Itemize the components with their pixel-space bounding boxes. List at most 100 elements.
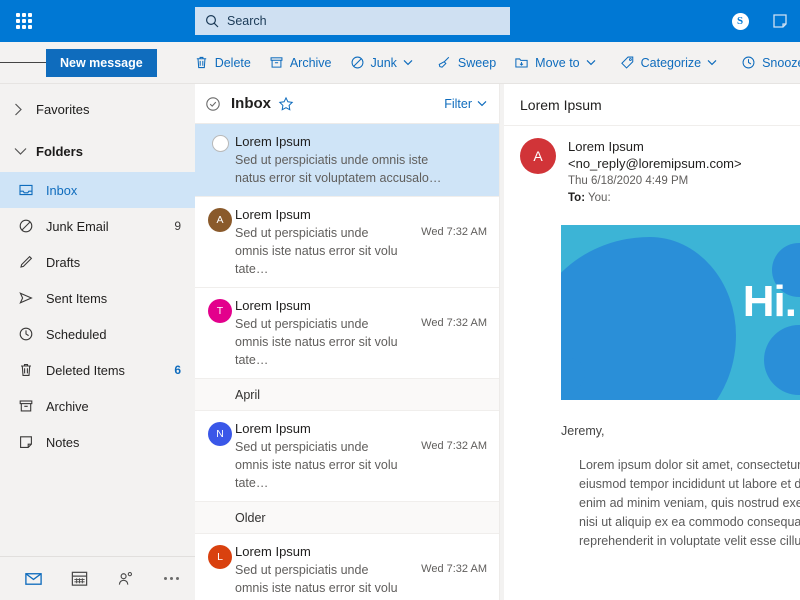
sidebar-group-folders[interactable]: Folders xyxy=(0,130,195,172)
page-title: Inbox xyxy=(231,95,271,112)
delete-button[interactable]: Delete xyxy=(185,42,260,84)
message-group-divider: April xyxy=(195,379,499,411)
message-time: Wed 7:32 AM xyxy=(421,317,487,329)
command-label: Delete xyxy=(214,55,251,70)
chevron-down-icon xyxy=(477,100,487,107)
sidebar-item-label: Drafts xyxy=(46,254,81,270)
message-time: Wed 7:32 AM xyxy=(421,563,487,575)
sidebar-item-archive[interactable]: Archive xyxy=(0,388,195,424)
sidebar-item-inbox[interactable]: Inbox xyxy=(0,172,195,208)
sidebar-item-junk-email[interactable]: Junk Email 9 xyxy=(0,208,195,244)
command-label: Archive xyxy=(289,55,332,70)
folder-list: Favorites Folders Inbox Junk Email 9 Dra… xyxy=(0,84,195,556)
move-to-button[interactable]: Move to xyxy=(505,42,610,84)
skype-icon[interactable]: S xyxy=(720,0,760,42)
message-sender: Lorem Ipsum xyxy=(235,134,311,149)
sidebar-item-label: Sent Items xyxy=(46,290,108,306)
block-circle-icon xyxy=(18,218,46,234)
command-label: Snooze xyxy=(762,55,800,70)
sidebar-item-deleted-items[interactable]: Deleted Items 6 xyxy=(0,352,195,388)
archive-button[interactable]: Archive xyxy=(260,42,341,84)
reading-pane: Lorem Ipsum A Lorem Ipsum <no_reply@lore… xyxy=(500,84,800,600)
pencil-icon xyxy=(18,254,46,270)
sidebar-item-notes[interactable]: Notes xyxy=(0,424,195,460)
row-leading: A xyxy=(205,206,235,278)
trash-icon xyxy=(18,362,46,378)
message-preview: Sed ut perspiciatis unde omnis iste natu… xyxy=(235,563,398,600)
inbox-icon xyxy=(18,182,46,198)
sidebar-item-label: Junk Email xyxy=(46,218,109,234)
email-banner-image: Hi. xyxy=(561,225,800,400)
message-list-item[interactable]: A Lorem Ipsum Sed ut perspiciatis unde o… xyxy=(195,197,499,288)
select-all-check-icon[interactable] xyxy=(205,96,231,112)
chevron-down-icon xyxy=(14,147,36,156)
row-content: Lorem Ipsum Sed ut perspiciatis unde omn… xyxy=(235,420,487,492)
junk-button[interactable]: Junk xyxy=(341,42,428,84)
sidebar-item-sent-items[interactable]: Sent Items xyxy=(0,280,195,316)
sidebar-group-label: Folders xyxy=(36,143,83,159)
sidebar-group-favorites[interactable]: Favorites xyxy=(0,88,195,130)
module-switcher xyxy=(0,556,195,600)
command-list: Delete Archive Junk Sweep Move to Catego… xyxy=(185,42,800,84)
sidebar-item-label: Deleted Items xyxy=(46,362,125,378)
row-content: Lorem Ipsum Sed ut perspiciatis unde omn… xyxy=(235,297,487,369)
block-circle-icon xyxy=(351,56,363,69)
banner-blob-large xyxy=(561,237,736,400)
avatar[interactable]: T xyxy=(208,299,232,323)
email-body-paragraph: Lorem ipsum dolor sit amet, consectetur … xyxy=(579,458,800,548)
new-message-button[interactable]: New message xyxy=(46,48,157,77)
chevron-down-icon xyxy=(403,59,413,66)
mail-icon[interactable] xyxy=(10,557,56,600)
search-input[interactable]: Search xyxy=(195,7,510,35)
row-leading: N xyxy=(205,420,235,492)
people-icon[interactable] xyxy=(102,557,148,600)
message-preview: Sed ut perspiciatis unde omnis iste natu… xyxy=(235,317,398,367)
app-launcher-icon[interactable] xyxy=(0,0,48,42)
clock-icon xyxy=(742,56,755,69)
avatar[interactable]: L xyxy=(208,545,232,569)
categorize-button[interactable]: Categorize xyxy=(611,42,732,84)
message-group-divider: Older xyxy=(195,502,499,534)
sidebar-group-label: Favorites xyxy=(36,101,90,117)
star-outline-icon[interactable] xyxy=(278,96,294,112)
message-list-item[interactable]: T Lorem Ipsum Sed ut perspiciatis unde o… xyxy=(195,288,499,379)
sidebar-item-label: Notes xyxy=(46,434,80,450)
sidebar-item-label: Inbox xyxy=(46,182,78,198)
email-greeting: Jeremy, xyxy=(561,424,605,438)
sidebar-item-scheduled[interactable]: Scheduled xyxy=(0,316,195,352)
more-ellipsis-icon[interactable] xyxy=(148,557,194,600)
sidebar-item-label: Scheduled xyxy=(46,326,107,342)
chevron-down-icon xyxy=(586,59,596,66)
search-placeholder: Search xyxy=(227,14,267,28)
message-sender: Lorem Ipsum xyxy=(235,544,311,559)
filter-button[interactable]: Filter xyxy=(444,97,487,111)
avatar[interactable]: A xyxy=(520,138,556,174)
reading-pane-scroll[interactable]: A Lorem Ipsum <no_reply@loremipsum.com> … xyxy=(504,126,800,600)
message-list-scroll[interactable]: Lorem Ipsum Sed ut perspiciatis unde omn… xyxy=(195,124,499,600)
snooze-button[interactable]: Snooze xyxy=(732,42,800,84)
sidebar-item-count: 6 xyxy=(174,363,181,377)
archive-box-icon xyxy=(18,398,46,414)
message-list-item[interactable]: N Lorem Ipsum Sed ut perspiciatis unde o… xyxy=(195,411,499,502)
message-list-item[interactable]: Lorem Ipsum Sed ut perspiciatis unde omn… xyxy=(195,124,499,197)
avatar[interactable]: N xyxy=(208,422,232,446)
main-body: Favorites Folders Inbox Junk Email 9 Dra… xyxy=(0,84,800,600)
sticky-note-icon[interactable] xyxy=(760,0,800,42)
outlook-web-app: Search S New message Delete Archive Junk… xyxy=(0,0,800,600)
email-timestamp: Thu 6/18/2020 4:49 PM xyxy=(568,175,689,187)
sidebar-item-drafts[interactable]: Drafts xyxy=(0,244,195,280)
message-checkbox[interactable] xyxy=(211,135,229,152)
sweep-button[interactable]: Sweep xyxy=(428,42,505,84)
note-icon xyxy=(18,434,46,450)
calendar-icon[interactable] xyxy=(56,557,102,600)
avatar[interactable]: A xyxy=(208,208,232,232)
banner-blob-right-bottom xyxy=(764,325,800,395)
chevron-right-icon xyxy=(14,103,36,116)
message-list-item[interactable]: L Lorem Ipsum Sed ut perspiciatis unde o… xyxy=(195,534,499,600)
command-label: Sweep xyxy=(457,55,497,70)
filter-label: Filter xyxy=(444,96,472,111)
command-label: Categorize xyxy=(640,55,702,70)
row-leading xyxy=(205,133,235,187)
hamburger-icon[interactable] xyxy=(0,42,46,84)
email-header: A Lorem Ipsum <no_reply@loremipsum.com> … xyxy=(504,138,800,207)
